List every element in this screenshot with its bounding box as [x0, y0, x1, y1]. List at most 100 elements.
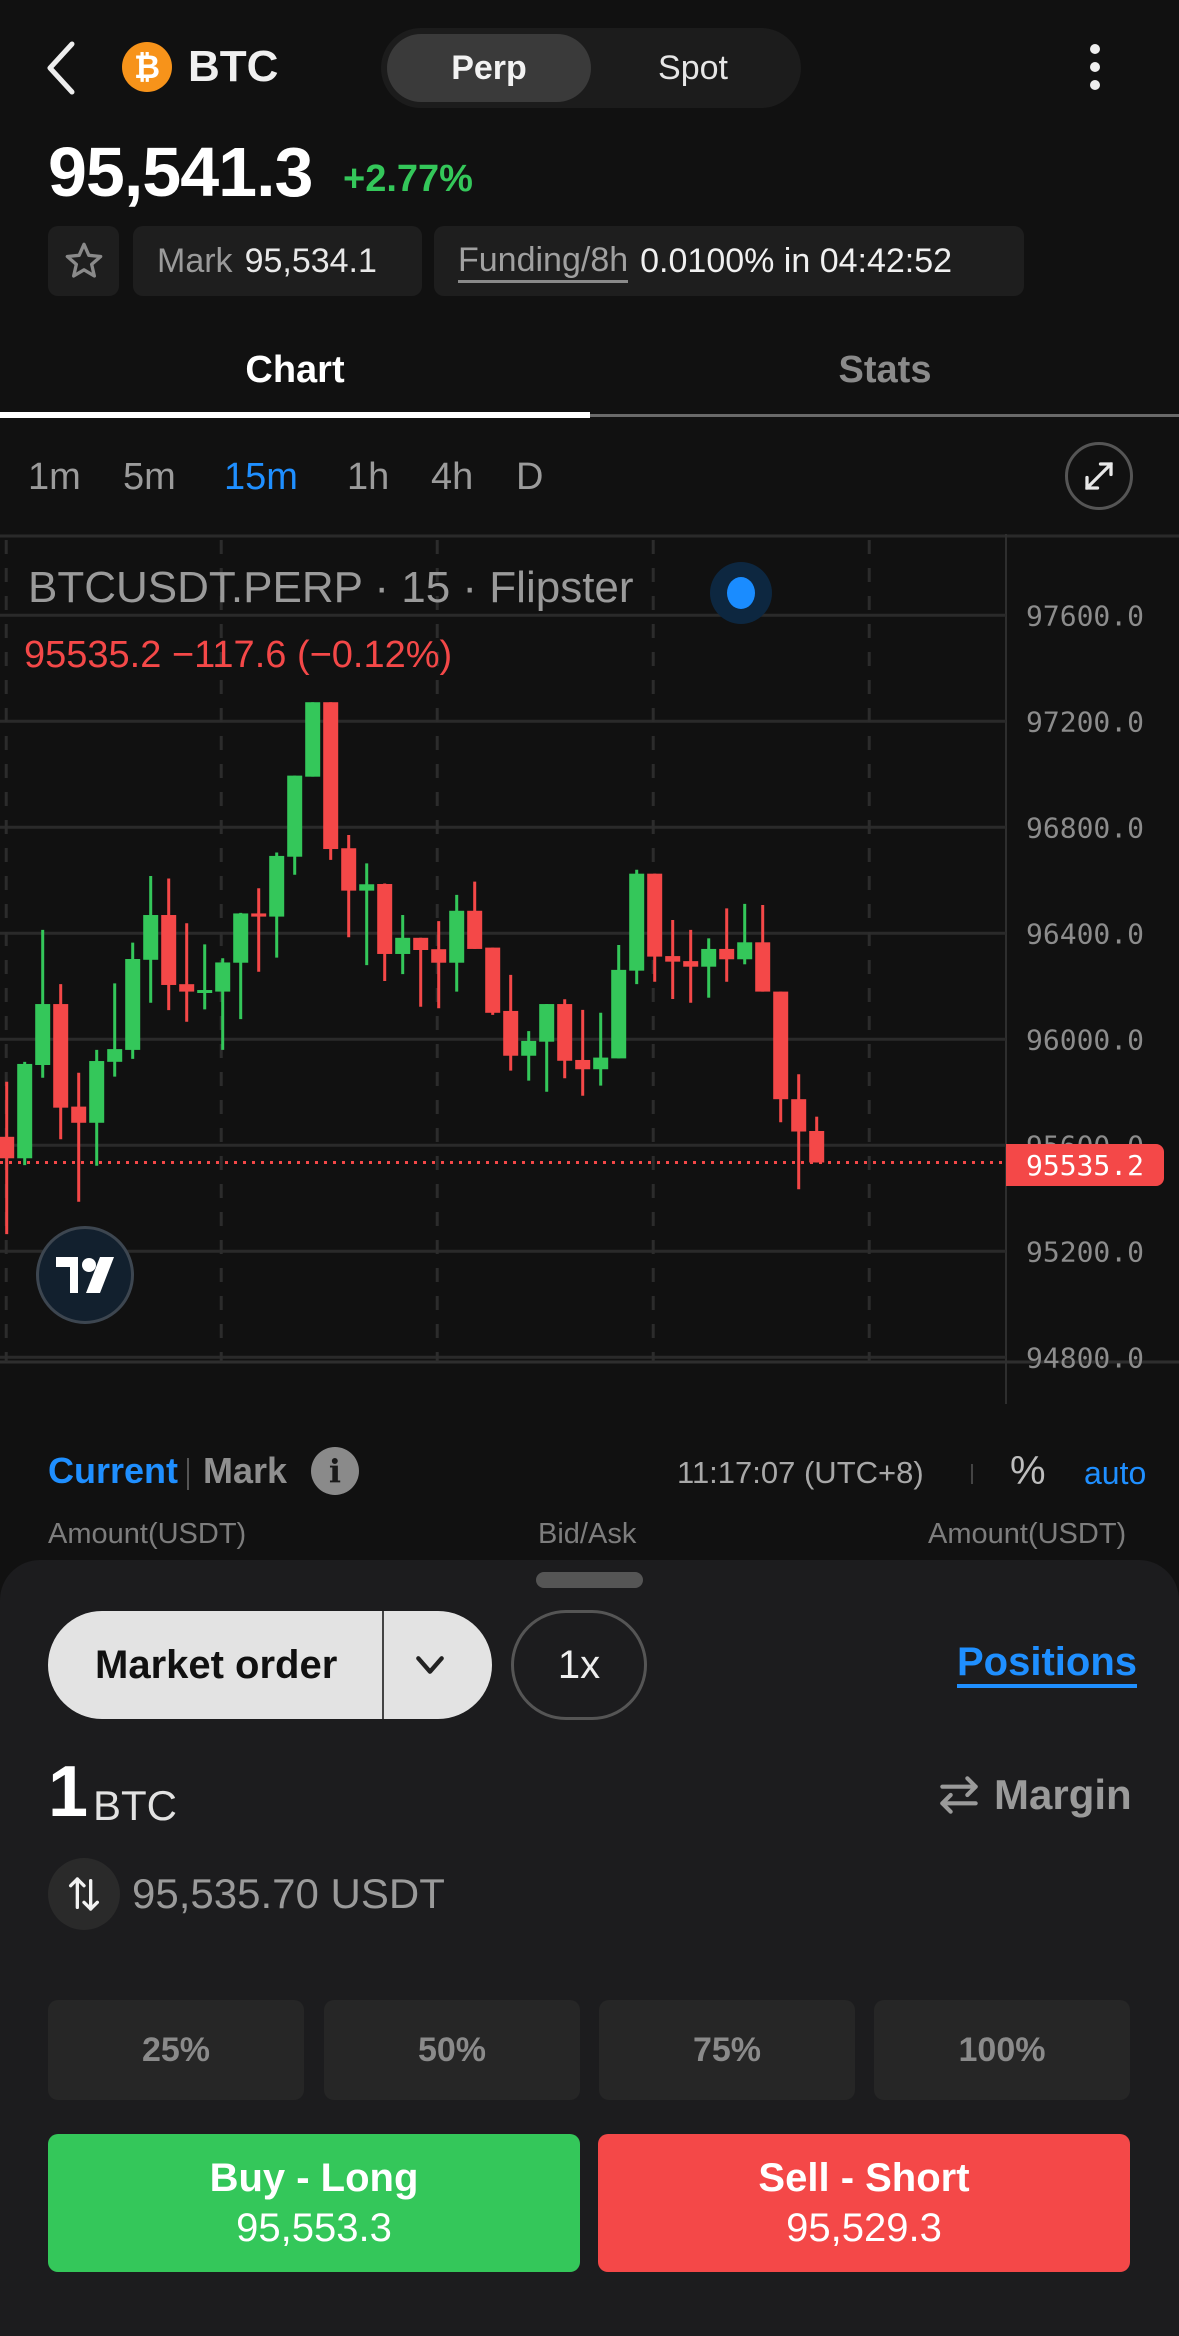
percent-toggle[interactable]: %	[1010, 1449, 1046, 1494]
leverage-button[interactable]: 1x	[511, 1610, 647, 1720]
chevron-down-icon	[416, 1656, 444, 1674]
candle-body	[89, 1061, 105, 1123]
percent-75-button[interactable]: 75%	[599, 2000, 855, 2100]
bitcoin-icon: ₿	[122, 42, 172, 92]
swap-unit-button[interactable]	[48, 1858, 120, 1930]
candle-body	[359, 884, 375, 891]
candle-body	[323, 702, 339, 850]
quantity-input[interactable]: 1	[48, 1752, 88, 1832]
candle-body	[377, 884, 393, 954]
candle-body	[485, 947, 501, 1013]
candle-body	[647, 873, 663, 957]
price-mode-mark[interactable]: Mark	[203, 1450, 287, 1492]
buy-price: 95,553.3	[236, 2206, 392, 2250]
tab-spot[interactable]: Spot	[591, 34, 795, 102]
candle-body	[539, 1004, 555, 1042]
tab-stats[interactable]: Stats	[590, 330, 1179, 410]
orderbook-time: 11:17:07 (UTC+8)	[677, 1455, 924, 1490]
candle-body	[449, 910, 465, 963]
timeframe-1m[interactable]: 1m	[28, 452, 81, 502]
quantity-unit: BTC	[93, 1782, 177, 1829]
y-tick-label: 95200.0	[1026, 1235, 1144, 1268]
sell-short-button[interactable]: Sell - Short 95,529.3	[598, 2134, 1130, 2272]
sell-label: Sell - Short	[758, 2156, 970, 2200]
candle-body	[305, 702, 321, 777]
candle-body	[575, 1059, 591, 1070]
candle-body	[701, 948, 717, 967]
candle-body	[791, 1099, 807, 1132]
candle-body	[413, 937, 429, 950]
funding-chip: Funding/8h 0.0100% in 04:42:52	[434, 226, 1024, 296]
percent-25-button[interactable]: 25%	[48, 2000, 304, 2100]
candle-body	[215, 962, 231, 992]
candle-body	[287, 775, 303, 857]
candle-body	[755, 942, 771, 992]
star-icon	[65, 242, 102, 278]
expand-icon	[1085, 462, 1113, 490]
tab-indicator	[0, 412, 590, 418]
candle-body	[161, 915, 177, 985]
tab-perp[interactable]: Perp	[387, 34, 591, 102]
candle-body	[683, 961, 699, 967]
candle-body	[737, 942, 753, 960]
margin-label: Margin	[994, 1771, 1132, 1818]
tab-chart[interactable]: Chart	[0, 330, 590, 410]
candle-body	[809, 1130, 825, 1163]
buy-long-button[interactable]: Buy - Long 95,553.3	[48, 2134, 580, 2272]
candle-body	[17, 1063, 33, 1159]
candle-body	[395, 937, 411, 954]
chevron-left-icon	[47, 41, 75, 95]
mark-label: Mark	[157, 241, 233, 280]
symbol-title: BTC	[188, 42, 279, 91]
funding-label[interactable]: Funding/8h	[458, 240, 629, 283]
margin-toggle[interactable]: Margin	[934, 1770, 1132, 1820]
order-type-label: Market order	[95, 1643, 338, 1687]
tradingview-logo-icon[interactable]	[36, 1226, 134, 1324]
candle-body	[503, 1010, 519, 1056]
candle-body	[197, 990, 213, 994]
y-tick-label: 97600.0	[1026, 599, 1144, 632]
auto-toggle[interactable]: auto	[1084, 1455, 1146, 1492]
timeframe-5m[interactable]: 5m	[123, 452, 176, 502]
divider	[187, 1458, 189, 1490]
swap-vertical-icon	[69, 1877, 100, 1911]
percent-100-button[interactable]: 100%	[874, 2000, 1130, 2100]
price-mode-current[interactable]: Current	[48, 1450, 178, 1492]
candle-body	[467, 910, 483, 949]
live-status-dot-icon	[710, 562, 772, 624]
more-options-icon[interactable]	[1080, 40, 1110, 96]
info-icon[interactable]: i	[311, 1447, 359, 1495]
candle-body	[719, 948, 735, 960]
col-amount-right: Amount(USDT)	[928, 1518, 1127, 1550]
order-type-dropdown[interactable]: Market order	[48, 1611, 492, 1719]
candle-body	[251, 913, 267, 917]
percent-50-button[interactable]: 50%	[324, 2000, 580, 2100]
favorite-button[interactable]	[48, 226, 119, 296]
sheet-drag-handle[interactable]	[536, 1572, 643, 1588]
timeframe-15m[interactable]: 15m	[224, 452, 298, 502]
candle-body	[431, 949, 447, 963]
candle-body	[179, 984, 195, 992]
mark-value: 95,534.1	[244, 241, 377, 280]
candle-body	[35, 1004, 51, 1066]
timeframe-d[interactable]: D	[516, 452, 543, 502]
candle-body	[0, 1136, 15, 1159]
candle-body	[521, 1040, 537, 1056]
candle-body	[71, 1106, 87, 1123]
positions-link[interactable]: Positions	[957, 1640, 1138, 1688]
mark-price-chip: Mark 95,534.1	[133, 226, 422, 296]
y-tick-label: 94800.0	[1026, 1341, 1144, 1374]
candle-body	[611, 969, 627, 1059]
market-type-toggle: Perp Spot	[381, 28, 801, 108]
sell-price: 95,529.3	[786, 2206, 942, 2250]
timeframe-1h[interactable]: 1h	[347, 452, 389, 502]
y-tick-label: 96000.0	[1026, 1023, 1144, 1056]
candle-body	[341, 848, 357, 891]
funding-value: 0.0100% in 04:42:52	[640, 241, 953, 280]
timeframe-4h[interactable]: 4h	[431, 452, 473, 502]
back-button[interactable]	[40, 40, 84, 96]
fullscreen-button[interactable]	[1065, 442, 1133, 510]
price-change-percent: +2.77%	[343, 158, 473, 200]
candle-body	[143, 915, 159, 960]
col-amount-left: Amount(USDT)	[48, 1518, 247, 1550]
